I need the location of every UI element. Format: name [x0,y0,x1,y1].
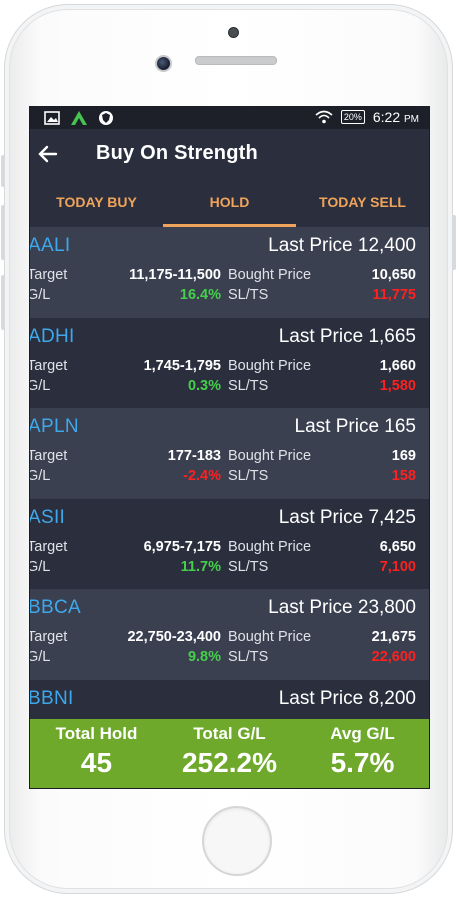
bought-price-value: 1,660 [379,357,416,374]
gl-value: 16.4% [179,287,221,303]
avg-gl-summary: Avg G/L 5.7% [296,719,429,788]
page-title: Buy On Strength [96,142,258,164]
last-price: Last Price 7,425 [278,506,416,528]
tab-today-buy[interactable]: TODAY BUY [30,179,163,227]
gl-value: 9.8% [187,649,221,665]
bought-price-value: 6,650 [379,538,416,555]
image-icon [44,111,60,125]
sl-ts-value: 1,580 [379,377,416,394]
mute-switch [1,155,5,187]
bought-price-label: Bought Price [228,267,312,283]
last-price: Last Price 8,200 [278,687,416,709]
last-price: Last Price 12,400 [268,235,416,256]
target-value: 6,975-7,175 [143,538,221,555]
gl-label: G/L [30,468,51,484]
target-label: Target [30,629,68,645]
volume-up-button [1,205,5,260]
status-bar: 20% 6:22 PM [30,107,429,129]
tab-today-sell[interactable]: TODAY SELL [296,179,429,227]
gl-value: 0.3% [187,377,221,394]
total-hold-summary: Total Hold 45 [30,719,163,788]
last-price: Last Price 1,665 [278,325,416,347]
last-price: Last Price 165 [294,416,416,437]
holdings-list: AALI Last Price 12,400 Target 11,175-11,… [30,227,429,719]
summary-bar: Total Hold 45 Total G/L 252.2% Avg G/L 5… [30,719,429,788]
avg-gl-label: Avg G/L [330,724,395,743]
stock-ticker: AALI [30,235,71,256]
power-button [452,215,456,270]
last-price: Last Price 23,800 [268,597,416,618]
stock-row[interactable]: BBNI Last Price 8,200 [30,679,429,719]
sl-ts-label: SL/TS [228,649,269,665]
avg-gl-value: 5.7% [330,747,395,778]
sl-ts-label: SL/TS [228,377,269,394]
bought-price-label: Bought Price [228,357,312,374]
target-value: 11,175-11,500 [129,267,221,283]
stock-ticker: BBCA [30,597,81,618]
total-gl-value: 252.2% [182,747,277,778]
target-label: Target [30,357,68,374]
clock: 6:22 PM [373,109,419,125]
stock-row[interactable]: APLN Last Price 165 Target 177-183 Bough… [30,408,429,499]
stock-row[interactable]: BBCA Last Price 23,800 Target 22,750-23,… [30,589,429,680]
proximity-sensor [228,27,239,38]
gl-label: G/L [30,649,51,665]
sl-ts-value: 22,600 [371,649,416,665]
sl-ts-label: SL/TS [228,287,269,303]
clock-time: 6:22 [372,109,401,125]
gl-label: G/L [30,558,51,575]
stock-ticker: APLN [30,416,79,437]
gl-value: -2.4% [183,468,221,484]
back-arrow-icon[interactable] [36,142,60,166]
stock-row[interactable]: AALI Last Price 12,400 Target 11,175-11,… [30,227,429,318]
sl-ts-value: 11,775 [372,287,416,303]
battery-icon: 20% [340,110,365,124]
total-hold-value: 45 [80,747,113,778]
total-gl-summary: Total G/L 252.2% [163,719,296,788]
bought-price-label: Bought Price [228,448,312,464]
target-label: Target [30,538,68,555]
total-hold-label: Total Hold [55,724,138,743]
bought-price-label: Bought Price [228,538,312,555]
app-logo-icon [71,111,87,125]
stock-ticker: BBNI [30,687,74,709]
stock-row[interactable]: ASII Last Price 7,425 Target 6,975-7,175… [30,498,429,589]
total-gl-label: Total G/L [193,724,266,743]
gl-label: G/L [30,287,51,303]
earpiece-speaker [195,56,277,65]
tab-bar: TODAY BUY HOLD TODAY SELL [30,179,429,227]
app-screen: 20% 6:22 PM Buy On Strength TODAY BUY HO… [29,106,430,789]
wifi-icon [315,110,333,124]
tab-hold[interactable]: HOLD [163,179,296,227]
stock-ticker: ASII [30,506,66,528]
target-value: 22,750-23,400 [127,629,221,645]
clock-ampm: PM [404,114,419,125]
home-button[interactable] [202,806,272,876]
sl-ts-label: SL/TS [228,468,269,484]
shield-icon [99,111,113,125]
app-bar: Buy On Strength [30,129,429,179]
sl-ts-label: SL/TS [228,558,269,575]
bought-price-value: 21,675 [371,629,416,645]
front-camera [155,55,172,72]
sl-ts-value: 7,100 [379,558,416,575]
target-value: 177-183 [167,448,221,464]
volume-down-button [1,275,5,330]
bought-price-label: Bought Price [228,629,312,645]
target-label: Target [30,267,68,283]
bought-price-value: 10,650 [371,267,416,283]
gl-label: G/L [30,377,51,394]
stock-row[interactable]: ADHI Last Price 1,665 Target 1,745-1,795… [30,317,429,408]
bought-price-value: 169 [391,448,416,464]
target-value: 1,745-1,795 [143,357,221,374]
target-label: Target [30,448,68,464]
sl-ts-value: 158 [391,468,416,484]
gl-value: 11.7% [180,558,221,575]
stock-ticker: ADHI [30,325,75,347]
